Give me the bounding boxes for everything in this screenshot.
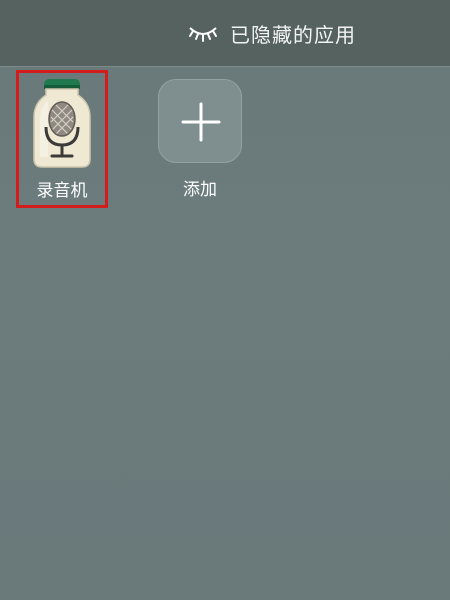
add-tile[interactable]	[158, 79, 242, 163]
header-bar: 已隐藏的应用	[0, 0, 450, 67]
eye-closed-icon	[189, 27, 217, 42]
hidden-apps-screen: 已隐藏的应用 录音机 添加	[0, 0, 450, 600]
voice-recorder-icon	[33, 79, 91, 168]
app-item-voice-recorder[interactable]: 录音机	[16, 70, 108, 208]
app-label: 录音机	[36, 181, 88, 201]
header-title-group: 已隐藏的应用	[188, 18, 356, 48]
page-title: 已隐藏的应用	[230, 22, 356, 47]
add-app-button[interactable]: 添加	[158, 79, 244, 200]
plus-icon	[181, 102, 221, 142]
add-label: 添加	[183, 180, 217, 200]
